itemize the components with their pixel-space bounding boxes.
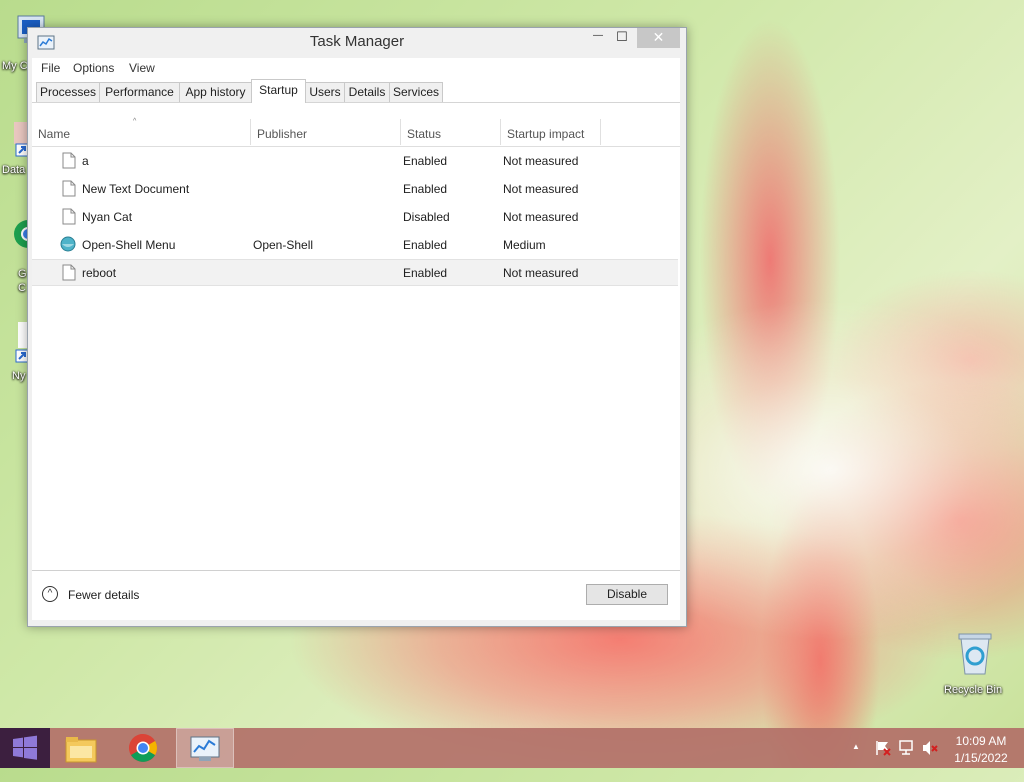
folder-icon xyxy=(65,737,97,763)
tab-startup[interactable]: Startup xyxy=(251,79,306,103)
column-header-status[interactable]: Status xyxy=(401,103,501,146)
footer-bar: ^ Fewer details Disable xyxy=(32,570,680,620)
desktop-icon-recycle-bin[interactable]: Recycle Bin xyxy=(940,628,1010,698)
chevron-up-icon: ^ xyxy=(42,586,58,602)
row-name: New Text Document xyxy=(82,182,190,196)
column-divider[interactable] xyxy=(600,119,601,145)
close-button[interactable]: ✕ xyxy=(637,28,680,48)
menu-bar: File Options View xyxy=(32,58,680,78)
row-impact: Medium xyxy=(503,238,546,252)
desktop-icon-label: Ny xyxy=(12,370,26,382)
column-header-publisher[interactable]: Publisher xyxy=(251,103,401,146)
column-header-label: Startup impact xyxy=(507,127,585,141)
row-name: Nyan Cat xyxy=(82,210,133,224)
task-manager-window: Task Manager — ☐ ✕ File Options View Pro… xyxy=(27,27,687,627)
file-icon xyxy=(62,152,76,169)
taskbar-task-manager[interactable] xyxy=(176,728,234,768)
tab-app-history[interactable]: App history xyxy=(179,82,252,102)
startup-list: ^ Name Publisher Status Startup impact a… xyxy=(32,103,680,570)
clock-date: 1/15/2022 xyxy=(954,751,1008,765)
row-status: Enabled xyxy=(403,154,448,168)
show-hidden-icons-button[interactable]: ▲ xyxy=(852,742,860,782)
volume-muted-icon[interactable] xyxy=(921,739,939,757)
recycle-bin-label: Recycle Bin xyxy=(944,684,1003,696)
table-row[interactable]: New Text Document Enabled Not measured xyxy=(32,175,678,202)
desktop-icon-nyan[interactable]: Ny xyxy=(0,320,32,390)
column-header-label: Name xyxy=(38,127,71,141)
row-impact: Not measured xyxy=(503,210,579,224)
tab-strip: Processes Performance App history Startu… xyxy=(32,78,680,103)
maximize-button[interactable]: ☐ xyxy=(608,28,636,48)
desktop-icon-label: Data xyxy=(2,164,26,176)
table-row[interactable]: Nyan Cat Disabled Not measured xyxy=(32,203,678,230)
column-header-label: Status xyxy=(407,127,442,141)
close-icon: ✕ xyxy=(652,29,665,45)
row-impact: Not measured xyxy=(503,266,579,280)
file-icon xyxy=(62,264,76,281)
fewer-details-label: Fewer details xyxy=(68,588,140,602)
menu-file[interactable]: File xyxy=(41,61,60,75)
desktop-icon-data[interactable]: Data xyxy=(0,118,30,178)
row-impact: Not measured xyxy=(503,182,579,196)
disable-button[interactable]: Disable xyxy=(586,584,668,605)
table-row-selected[interactable]: reboot Enabled Not measured xyxy=(32,259,678,286)
menu-view[interactable]: View xyxy=(129,61,155,75)
taskbar-file-explorer[interactable] xyxy=(52,728,110,768)
start-button[interactable] xyxy=(0,728,50,768)
action-center-flag-icon[interactable] xyxy=(874,739,892,757)
tab-services[interactable]: Services xyxy=(389,82,443,102)
row-name: a xyxy=(82,154,89,168)
row-status: Enabled xyxy=(403,238,448,252)
column-header-label: Publisher xyxy=(257,127,308,141)
table-row[interactable]: Open-Shell Menu Open-Shell Enabled Mediu… xyxy=(32,231,678,258)
row-status: Enabled xyxy=(403,182,448,196)
row-status: Enabled xyxy=(403,266,448,280)
file-icon xyxy=(62,208,76,225)
row-publisher: Open-Shell xyxy=(253,238,314,252)
tab-details[interactable]: Details xyxy=(344,82,390,102)
menu-options[interactable]: Options xyxy=(73,61,114,75)
desktop-icon-label: My C xyxy=(2,60,28,72)
chrome-icon xyxy=(129,734,157,762)
maximize-icon: ☐ xyxy=(616,29,628,44)
row-impact: Not measured xyxy=(503,154,579,168)
windows-logo-icon xyxy=(13,735,37,760)
desktop-icon-chrome[interactable]: G C xyxy=(0,218,36,298)
column-header-name[interactable]: Name xyxy=(32,103,250,146)
tab-performance[interactable]: Performance xyxy=(99,82,180,102)
tab-processes[interactable]: Processes xyxy=(36,82,100,102)
column-header-startup-impact[interactable]: Startup impact xyxy=(501,103,601,146)
title-bar[interactable]: Task Manager — ☐ ✕ xyxy=(28,28,686,58)
row-name: Open-Shell Menu xyxy=(82,238,176,252)
recycle-bin-icon xyxy=(958,633,992,675)
clock-time: 10:09 AM xyxy=(955,734,1007,748)
tab-users[interactable]: Users xyxy=(305,82,345,102)
shell-icon xyxy=(60,236,76,252)
taskbar-chrome[interactable] xyxy=(114,728,172,768)
table-row[interactable]: a Enabled Not measured xyxy=(32,147,678,174)
row-name: reboot xyxy=(82,266,117,280)
clock[interactable]: 10:09 AM 1/15/2022 xyxy=(950,733,1012,767)
taskbar: ▲ 10:09 AM 1/15/2022 xyxy=(0,728,1024,768)
row-status: Disabled xyxy=(403,210,450,224)
network-icon[interactable] xyxy=(898,739,916,757)
task-manager-icon xyxy=(190,736,220,761)
desktop-icon-label: C xyxy=(18,282,26,294)
file-icon xyxy=(62,180,76,197)
desktop-icon-label: G xyxy=(18,268,27,280)
